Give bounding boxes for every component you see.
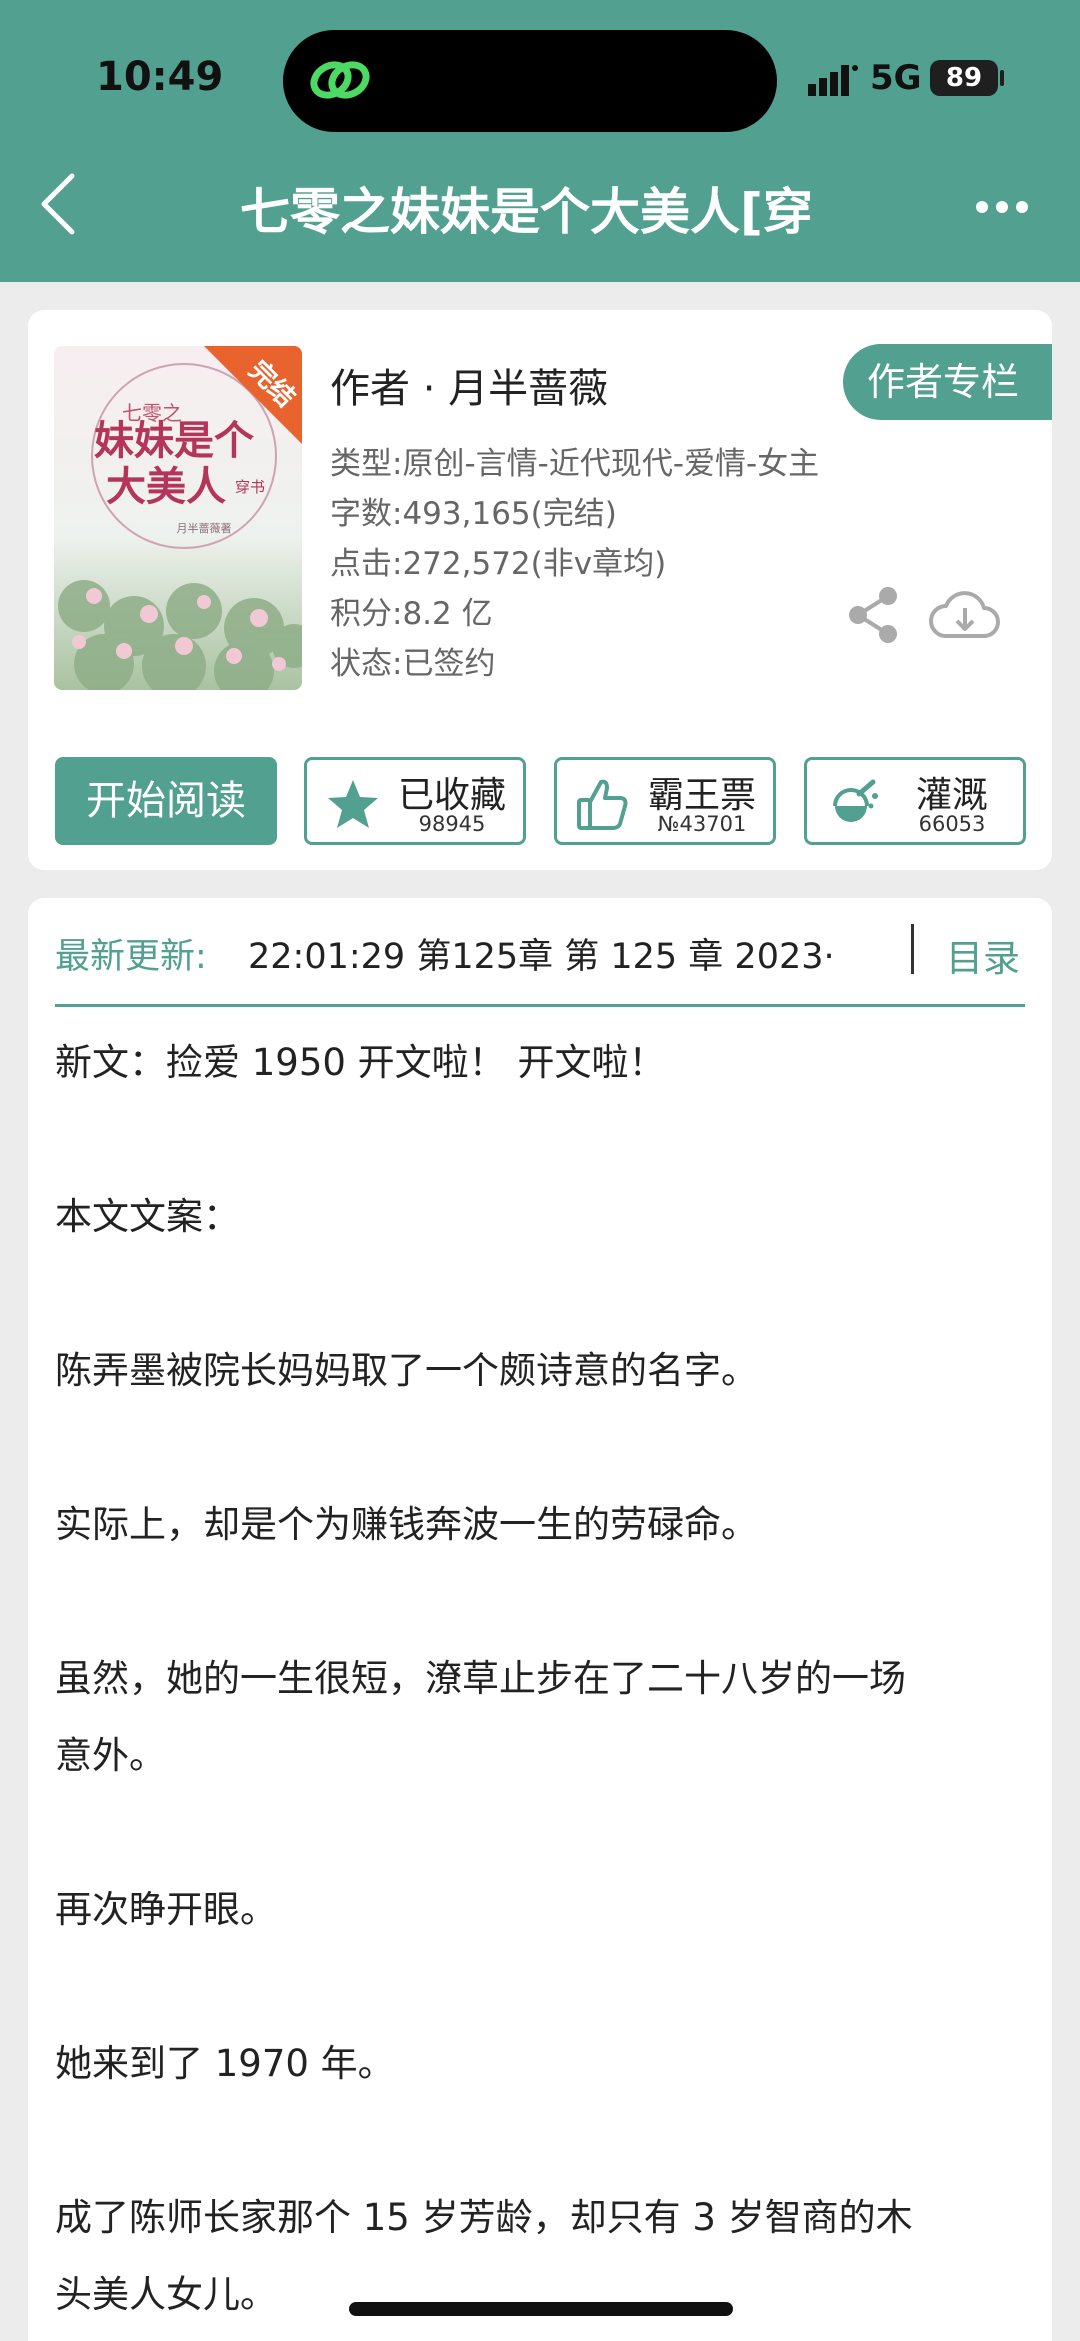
paragraph: 成了陈师长家那个 15 岁芳龄，却只有 3 岁智商的木 [55,2196,913,2239]
book-status: 状态:已签约 [330,646,496,682]
divider [911,924,914,974]
signal-icon [808,65,858,96]
book-cover[interactable]: 完结 七零之 妹妹是个 大美人 穿书 月半蔷薇著 [54,346,302,690]
latest-update-value[interactable]: 22:01:29 第125章 第 125 章 2023· [248,928,888,979]
share-icon[interactable] [844,586,902,644]
star-icon [328,780,378,828]
cover-tag: 穿书 [235,478,265,496]
author-column-button[interactable]: 作者专栏 [843,344,1052,420]
book-clicks: 点击:272,572(非v章均) [330,546,667,582]
download-icon[interactable] [928,586,1000,644]
paragraph: 实际上，却是个为赚钱奔波一生的劳碌命。 [55,1503,758,1546]
vote-button[interactable]: 霸王票 №43701 [554,757,776,845]
paragraph: 再次睁开眼。 [55,1888,277,1931]
watering-bottle-icon [833,779,878,822]
table-of-contents-button[interactable]: 目录 [946,928,1020,982]
app-link-icon [310,61,370,99]
author-name[interactable]: 作者 · 月半蔷薇 [330,356,608,414]
book-words: 字数:493,165(完结) [330,496,617,532]
favorite-label: 已收藏 [397,775,506,816]
vote-label: 霸王票 [647,775,756,816]
section-divider [55,1004,1025,1007]
thumbs-up-icon [577,779,628,830]
book-score: 积分:8.2 亿 [330,596,493,632]
cover-title-line2: 大美人 [106,463,226,510]
status-time: 10:49 [96,54,224,100]
paragraph: 虽然，她的一生很短，潦草止步在了二十八岁的一场 [55,1657,906,1700]
page-title: 七零之妹妹是个大美人[穿 [240,183,813,241]
paragraph: 新文：捡爱 1950 开文啦！ 开文啦！ [55,1041,666,1084]
paragraph: 陈弄墨被院长妈妈取了一个颇诗意的名字。 [55,1349,758,1392]
start-reading-button[interactable]: 开始阅读 [55,757,277,845]
book-content-card: 最新更新: 22:01:29 第125章 第 125 章 2023· 目录 新文… [28,898,1052,2341]
network-type: 5G [870,58,922,98]
book-type: 类型:原创-言情-近代现代-爱情-女主 [330,446,820,482]
favorite-button[interactable]: 已收藏 98945 [304,757,526,845]
paragraph: 头美人女儿。 [55,2273,277,2316]
paragraph: 意外。 [55,1734,166,1777]
paragraph: 她来到了 1970 年。 [55,2042,395,2085]
water-label: 灌溉 [915,775,988,816]
more-options-button[interactable] [972,192,1032,222]
battery-icon: 89 [930,60,998,96]
vote-count: №43701 [657,812,747,836]
favorite-count: 98945 [418,812,486,836]
back-button[interactable] [34,170,82,238]
home-indicator[interactable] [349,2302,733,2316]
water-count: 66053 [918,812,986,836]
book-info-card: 完结 七零之 妹妹是个 大美人 穿书 月半蔷薇著 作者 · 月半蔷薇 作者专栏 … [28,310,1052,870]
cover-author: 月半蔷薇著 [177,521,232,535]
paragraph: 本文文案： [55,1195,240,1238]
battery-tip [1000,70,1004,86]
latest-update-label: 最新更新: [55,937,207,977]
cover-title-line1: 妹妹是个 [94,417,254,464]
water-button[interactable]: 灌溉 66053 [804,757,1026,845]
